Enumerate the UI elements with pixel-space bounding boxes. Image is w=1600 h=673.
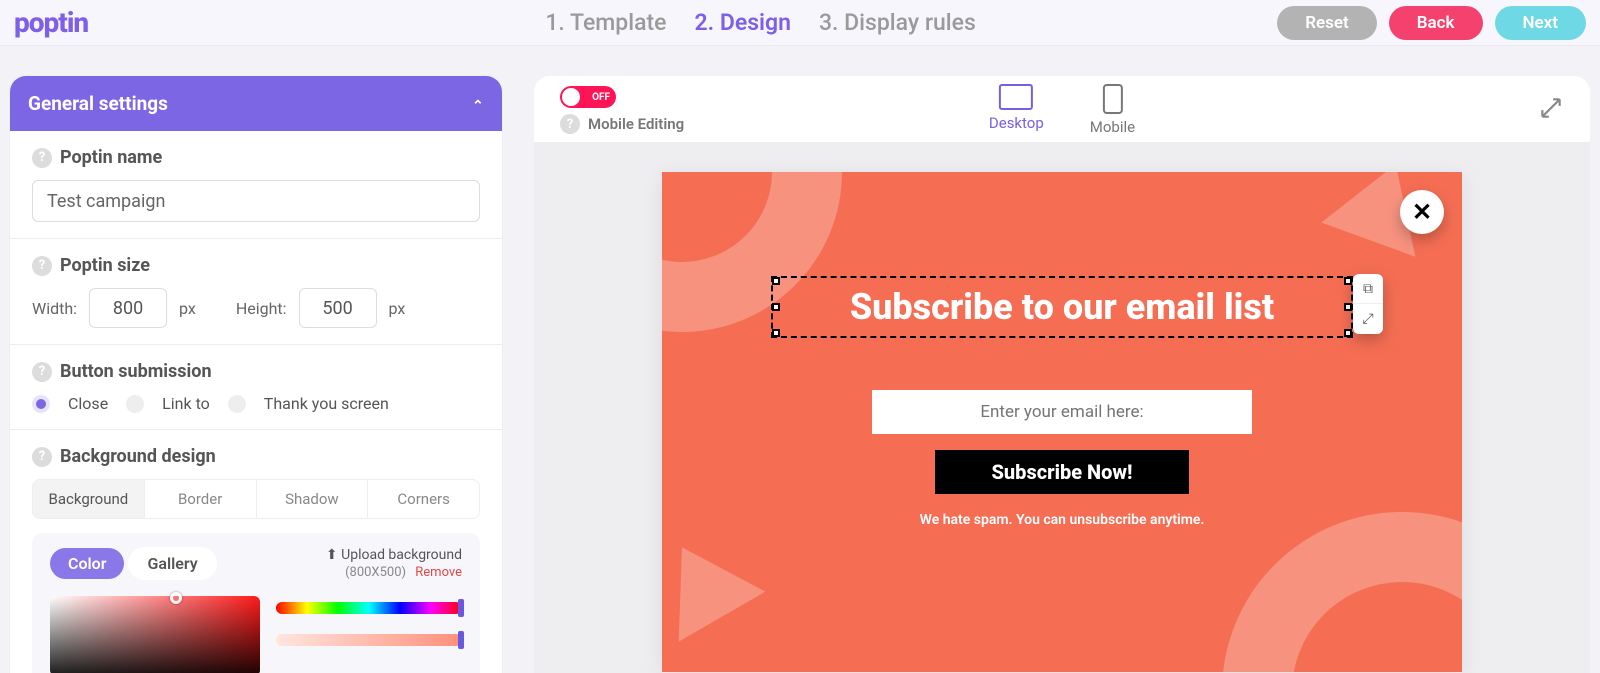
selection-outline	[771, 276, 1353, 338]
bgdesign-tabs: Background Border Shadow Corners	[32, 479, 480, 519]
alpha-slider[interactable]	[276, 634, 462, 646]
chevron-down-icon: ⌄	[472, 96, 484, 112]
tab-corners[interactable]: Corners	[368, 480, 479, 518]
headline-selected-element[interactable]: Subscribe to our email list ⧉ ⤢	[777, 282, 1347, 332]
upload-dims: (800X500)	[345, 565, 406, 580]
device-mobile-label: Mobile	[1090, 118, 1135, 136]
decor-triangle	[662, 522, 765, 641]
device-desktop[interactable]: Desktop	[989, 84, 1044, 136]
upload-background[interactable]: ⬆ Upload background (800X500) Remove	[326, 547, 462, 580]
background-panel: Color Gallery ⬆ Upload background (800X5…	[32, 533, 480, 673]
tab-border[interactable]: Border	[145, 480, 257, 518]
element-tools: ⧉ ⤢	[1353, 274, 1383, 334]
mobile-editing-label: Mobile Editing	[588, 115, 684, 133]
width-input[interactable]	[89, 288, 167, 328]
step-design[interactable]: 2. Design	[694, 9, 790, 36]
device-mobile[interactable]: Mobile	[1090, 84, 1135, 136]
color-field[interactable]	[50, 596, 260, 673]
upload-label: Upload background	[341, 547, 462, 563]
bgdesign-label: Background design	[60, 446, 216, 467]
radio-close-label: Close	[68, 394, 108, 413]
tab-shadow[interactable]: Shadow	[257, 480, 369, 518]
color-indicator[interactable]	[170, 592, 182, 604]
resize-handle[interactable]	[772, 303, 780, 311]
popup-subscribe-button[interactable]: Subscribe Now!	[935, 450, 1189, 494]
section-bgdesign: ? Background design Background Border Sh…	[10, 430, 502, 519]
decor-circle	[1222, 512, 1462, 672]
help-icon[interactable]: ?	[32, 256, 52, 276]
upload-icon: ⬆	[326, 547, 338, 563]
submission-label: Button submission	[60, 361, 212, 382]
resize-handle[interactable]	[1344, 329, 1352, 337]
radio-linkto[interactable]	[126, 395, 144, 413]
pill-color[interactable]: Color	[50, 548, 124, 579]
step-display-rules[interactable]: 3. Display rules	[819, 9, 976, 36]
help-icon[interactable]: ?	[32, 447, 52, 467]
stage[interactable]: ✕ Subscribe to our email list ⧉ ⤢	[534, 142, 1590, 673]
mobile-editing-group: OFF ? Mobile Editing	[560, 86, 684, 134]
device-tabs: Desktop Mobile	[989, 84, 1135, 136]
resize-handle[interactable]	[1344, 277, 1352, 285]
canvas-area: OFF ? Mobile Editing Desktop Mobile	[534, 76, 1590, 673]
width-label: Width:	[32, 299, 77, 318]
popup-preview[interactable]: ✕ Subscribe to our email list ⧉ ⤢	[662, 172, 1462, 672]
mobile-editing-toggle[interactable]: OFF	[560, 86, 616, 108]
brand-logo: poptin	[14, 6, 244, 39]
general-settings-header[interactable]: General settings ⌄	[10, 76, 502, 131]
header-actions: Reset Back Next	[1277, 6, 1586, 40]
canvas-toolbar: OFF ? Mobile Editing Desktop Mobile	[534, 76, 1590, 142]
alpha-thumb[interactable]	[458, 631, 464, 649]
resize-handle[interactable]	[772, 277, 780, 285]
mobile-icon	[1102, 84, 1122, 114]
poptin-name-input[interactable]	[32, 180, 480, 222]
desktop-icon	[999, 84, 1033, 110]
hue-slider[interactable]	[276, 602, 462, 614]
height-unit: px	[389, 299, 406, 318]
popup-close-button[interactable]: ✕	[1400, 190, 1444, 234]
pill-gallery[interactable]: Gallery	[128, 547, 216, 580]
workspace: General settings ⌄ ? Poptin name ? Popti…	[0, 46, 1600, 673]
height-label: Height:	[236, 299, 287, 318]
step-template[interactable]: 1. Template	[545, 9, 666, 36]
section-submission: ? Button submission Close Link to Thank …	[10, 345, 502, 430]
tab-background[interactable]: Background	[33, 480, 145, 518]
remove-bg-link[interactable]: Remove	[415, 565, 462, 580]
hue-thumb[interactable]	[458, 599, 464, 617]
next-button[interactable]: Next	[1495, 6, 1587, 40]
section-name: ? Poptin name	[10, 131, 502, 239]
help-icon[interactable]: ?	[32, 148, 52, 168]
radio-thankyou[interactable]	[228, 395, 246, 413]
width-unit: px	[179, 299, 196, 318]
height-input[interactable]	[299, 288, 377, 328]
help-icon[interactable]: ?	[32, 362, 52, 382]
section-size: ? Poptin size Width: px Height: px	[10, 239, 502, 345]
help-icon[interactable]: ?	[560, 114, 580, 134]
back-button[interactable]: Back	[1389, 6, 1483, 40]
settings-sidebar: General settings ⌄ ? Poptin name ? Popti…	[10, 76, 502, 673]
resize-handle[interactable]	[772, 329, 780, 337]
device-desktop-label: Desktop	[989, 114, 1044, 132]
popup-disclaimer: We hate spam. You can unsubscribe anytim…	[920, 512, 1205, 528]
radio-close[interactable]	[32, 395, 50, 413]
duplicate-icon[interactable]: ⧉	[1353, 274, 1383, 304]
wizard-steps: 1. Template 2. Design 3. Display rules	[244, 9, 1277, 36]
resize-handle[interactable]	[1344, 303, 1352, 311]
radio-linkto-label: Link to	[162, 394, 210, 413]
fullscreen-icon[interactable]	[1538, 95, 1564, 125]
toggle-state: OFF	[592, 92, 610, 103]
panel-title: General settings	[28, 92, 168, 115]
size-label: Poptin size	[60, 255, 150, 276]
app-header: poptin 1. Template 2. Design 3. Display …	[0, 0, 1600, 46]
popup-email-input[interactable]	[872, 390, 1252, 434]
name-label: Poptin name	[60, 147, 162, 168]
reset-button[interactable]: Reset	[1277, 6, 1377, 40]
expand-icon[interactable]: ⤢	[1353, 304, 1383, 334]
radio-thankyou-label: Thank you screen	[264, 394, 389, 413]
